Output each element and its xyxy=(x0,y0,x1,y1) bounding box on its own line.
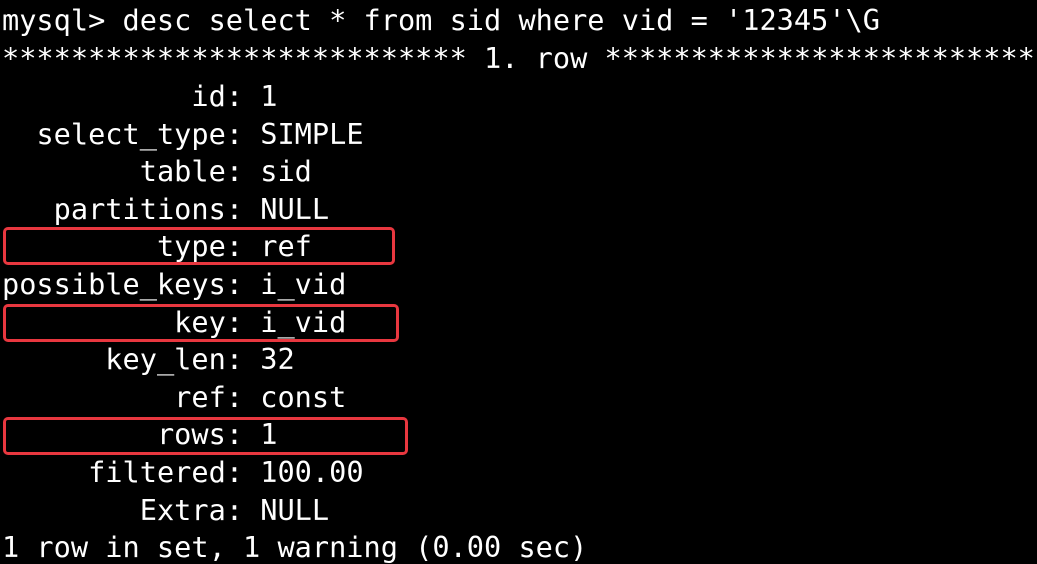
row-separator: : xyxy=(225,379,261,414)
row-value: 100.00 xyxy=(260,455,364,489)
row-key: key_len xyxy=(105,342,226,377)
row-key: ref xyxy=(174,379,226,414)
row-padding xyxy=(2,192,54,226)
row-separator: : xyxy=(225,342,261,377)
row-key: possible_keys xyxy=(2,267,226,301)
terminal-window: mysql> desc select * from sid where vid … xyxy=(0,0,1037,564)
row-padding xyxy=(2,493,140,527)
row-key: table xyxy=(139,154,226,189)
row-separator: : xyxy=(225,492,261,527)
row-value: 32 xyxy=(260,342,295,377)
result-footer: 1 row in set, 1 warning (0.00 sec) xyxy=(2,530,588,564)
row-separator: : xyxy=(225,267,261,301)
row-key: Extra xyxy=(139,492,226,527)
row-value: SIMPLE xyxy=(260,116,364,151)
result-row-id: id: 1 xyxy=(2,78,277,115)
row-value: 1 xyxy=(260,79,278,113)
row-padding xyxy=(2,380,174,414)
highlight-box-type xyxy=(3,227,395,265)
row-padding xyxy=(2,455,88,489)
result-row-table: table: sid xyxy=(2,153,312,190)
row-padding xyxy=(2,79,191,113)
result-row-Extra: Extra: NULL xyxy=(2,492,329,529)
row-value: i_vid xyxy=(260,267,347,301)
row-value: NULL xyxy=(260,191,330,226)
row-key: partitions xyxy=(53,191,226,226)
result-row-select-type: select_type: SIMPLE xyxy=(2,116,364,153)
row-separator: : xyxy=(225,79,261,113)
result-row-key-len: key_len: 32 xyxy=(2,341,295,378)
result-row-filtered: filtered: 100.00 xyxy=(2,454,364,491)
row-value: sid xyxy=(260,154,312,189)
row-header: *************************** 1. row *****… xyxy=(2,41,1037,75)
row-padding xyxy=(2,117,36,151)
row-value: const xyxy=(260,379,347,414)
row-key: filtered xyxy=(88,455,226,489)
row-separator: : xyxy=(225,116,261,151)
row-key: select_type xyxy=(36,116,226,151)
row-value: NULL xyxy=(260,492,330,527)
row-separator: : xyxy=(225,154,261,189)
result-row-ref: ref: const xyxy=(2,379,346,416)
row-padding xyxy=(2,154,140,188)
row-separator: : xyxy=(225,455,261,489)
result-row-possible-keys: possible_keys: i_vid xyxy=(2,266,346,303)
row-key: id xyxy=(191,79,226,113)
row-separator: : xyxy=(225,191,261,226)
highlight-box-key xyxy=(3,304,399,342)
result-row-partitions: partitions: NULL xyxy=(2,191,329,228)
command-line: mysql> desc select * from sid where vid … xyxy=(2,3,880,37)
highlight-box-rows xyxy=(3,417,408,455)
row-padding xyxy=(2,342,105,376)
